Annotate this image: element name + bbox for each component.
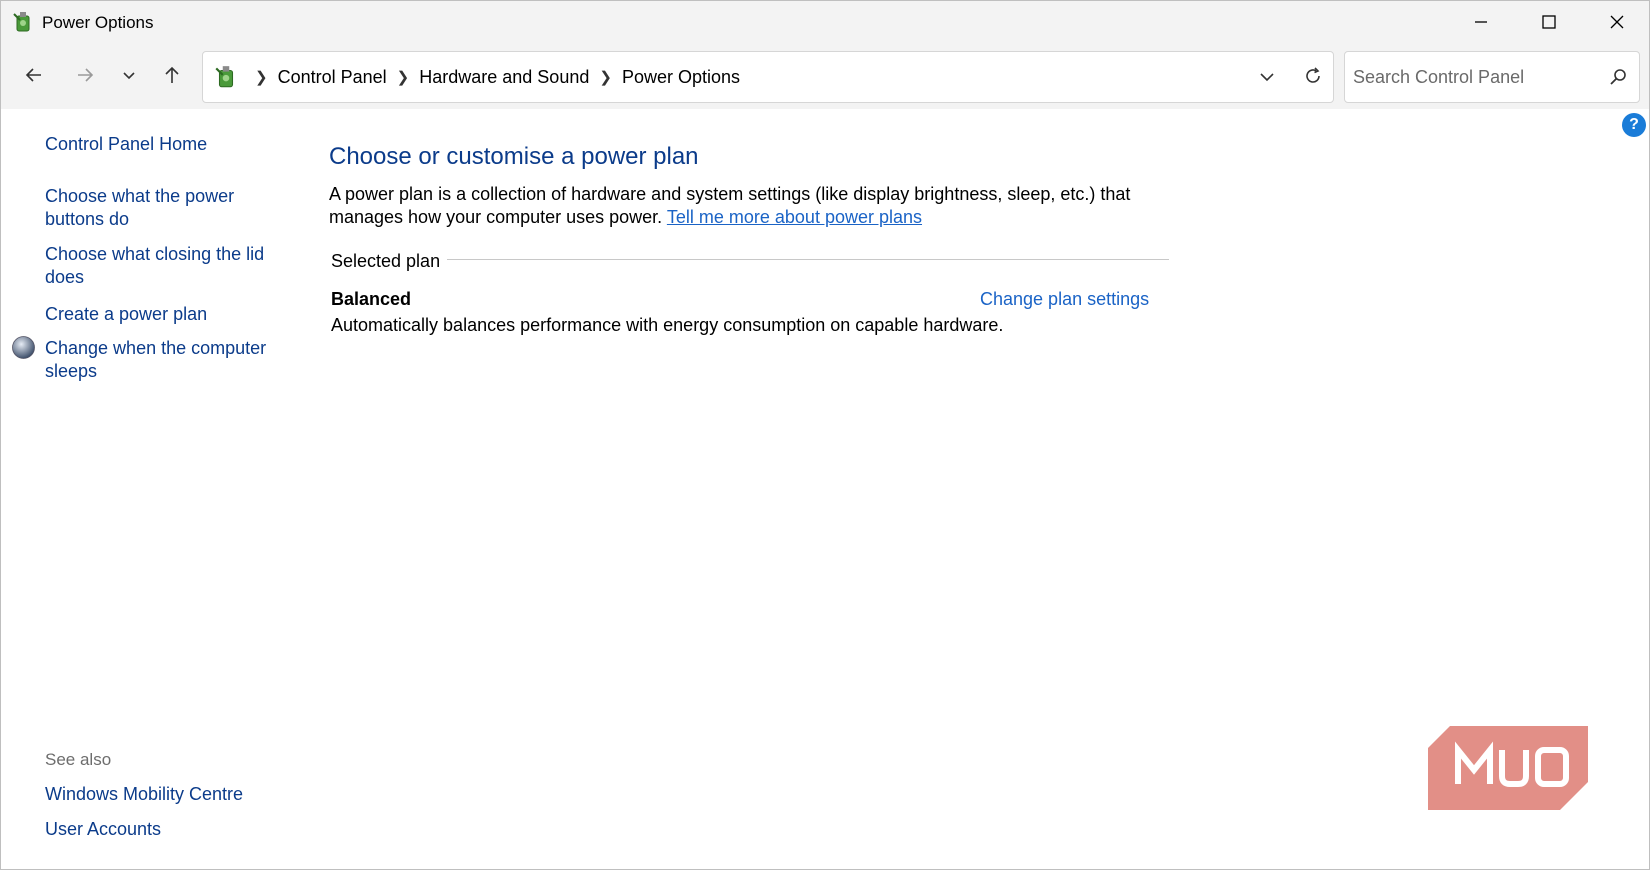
search-box[interactable] <box>1344 51 1640 103</box>
breadcrumb-separator-icon: ❯ <box>255 69 268 86</box>
maximize-icon <box>1542 15 1556 29</box>
mobility-centre-link[interactable]: Windows Mobility Centre <box>45 784 243 805</box>
navigation-bar: ❯ Control Panel ❯ Hardware and Sound ❯ P… <box>1 43 1649 109</box>
see-also-heading: See also <box>45 750 112 769</box>
recent-locations-button[interactable] <box>111 57 147 93</box>
user-accounts-link[interactable]: User Accounts <box>45 819 161 840</box>
breadcrumb-separator-icon[interactable]: ❯ <box>397 68 410 86</box>
title-bar: Power Options <box>1 1 1649 43</box>
closing-lid-link[interactable]: Choose what closing the lid does <box>45 243 275 289</box>
refresh-button[interactable] <box>1299 62 1327 90</box>
minimize-icon <box>1475 21 1487 23</box>
change-plan-settings-link[interactable]: Change plan settings <box>980 289 1149 310</box>
maximize-button[interactable] <box>1515 1 1583 43</box>
address-dropdown-button[interactable] <box>1253 64 1281 90</box>
breadcrumb: ❯ Control Panel ❯ Hardware and Sound ❯ P… <box>245 52 740 102</box>
muo-logo <box>1428 726 1588 810</box>
search-input[interactable] <box>1353 64 1593 90</box>
chevron-down-icon <box>1260 73 1274 82</box>
arrow-right-icon <box>78 68 94 82</box>
power-options-icon <box>13 12 30 32</box>
create-power-plan-link[interactable]: Create a power plan <box>45 303 275 326</box>
computer-sleeps-link[interactable]: Change when the computer sleeps <box>45 337 275 383</box>
arrow-left-icon <box>25 68 41 82</box>
breadcrumb-hardware-and-sound[interactable]: Hardware and Sound <box>419 67 589 88</box>
power-options-window: Power Options ❯ Control Panel ❯ Hardware… <box>0 0 1650 870</box>
search-icon[interactable] <box>1607 66 1629 88</box>
power-options-icon <box>215 66 234 88</box>
page-title: Choose or customise a power plan <box>329 143 699 170</box>
breadcrumb-separator-icon[interactable]: ❯ <box>599 68 612 86</box>
page-description: A power plan is a collection of hardware… <box>329 183 1149 229</box>
sleep-moon-icon <box>12 336 35 359</box>
selected-plan-heading: Selected plan <box>331 251 441 271</box>
plan-name: Balanced <box>331 289 412 309</box>
window-title: Power Options <box>42 13 154 32</box>
up-button[interactable] <box>154 57 190 93</box>
chevron-down-icon <box>123 72 135 80</box>
close-button[interactable] <box>1583 1 1650 43</box>
minimize-button[interactable] <box>1447 1 1515 43</box>
control-panel-home-link[interactable]: Control Panel Home <box>45 133 275 156</box>
breadcrumb-power-options[interactable]: Power Options <box>622 67 740 88</box>
breadcrumb-control-panel[interactable]: Control Panel <box>278 67 387 88</box>
refresh-icon <box>1306 67 1320 83</box>
section-divider <box>447 259 1169 260</box>
forward-button[interactable] <box>67 57 103 93</box>
power-buttons-link[interactable]: Choose what the power buttons do <box>45 185 275 231</box>
plan-description: Automatically balances performance with … <box>331 315 1004 335</box>
address-bar[interactable]: ❯ Control Panel ❯ Hardware and Sound ❯ P… <box>202 51 1334 103</box>
back-button[interactable] <box>16 57 52 93</box>
close-icon <box>1610 15 1624 29</box>
arrow-up-icon <box>165 66 179 83</box>
left-pane: Control Panel Home Choose what the power… <box>1 109 291 869</box>
help-button[interactable]: ? <box>1622 113 1646 137</box>
learn-more-link[interactable]: Tell me more about power plans <box>667 207 922 227</box>
